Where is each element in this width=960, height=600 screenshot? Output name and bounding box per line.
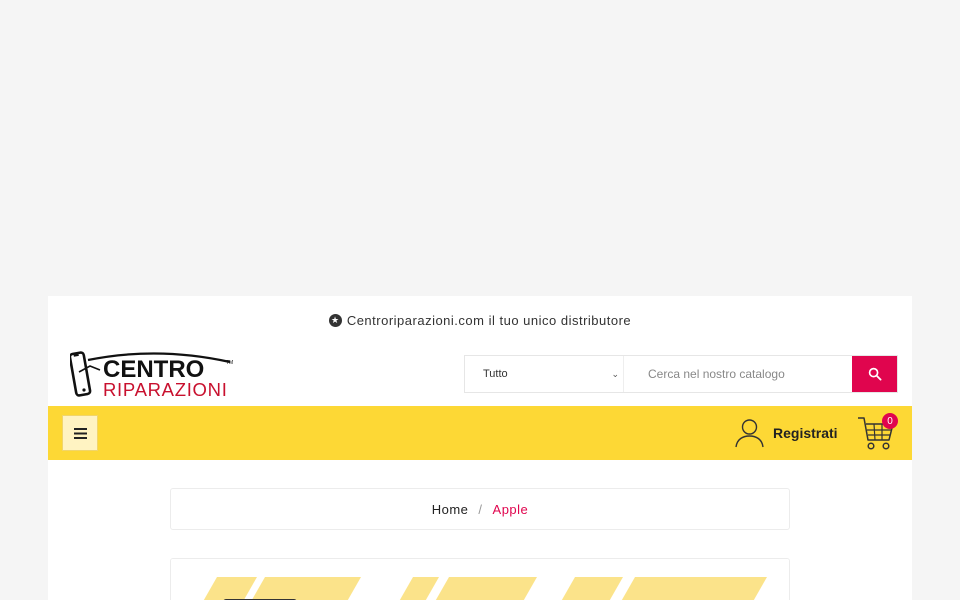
breadcrumb-current: Apple bbox=[492, 501, 529, 517]
main-navbar: Registrati 0 bbox=[48, 406, 912, 460]
announcement-bar: ★ Centroriparazioni.com il tuo unico dis… bbox=[48, 296, 912, 344]
logo-text-riparazioni: RIPARAZIONI bbox=[103, 379, 228, 400]
user-icon bbox=[735, 419, 764, 448]
chevron-down-icon: ⌄ bbox=[611, 368, 619, 379]
category-selected-value: Tutto bbox=[483, 368, 508, 380]
banner-image bbox=[171, 559, 789, 600]
page-container: ★ Centroriparazioni.com il tuo unico dis… bbox=[48, 296, 912, 600]
logo-graphic: CENTRO TM RIPARAZIONI bbox=[68, 351, 233, 400]
category-select[interactable]: Tutto ⌄ bbox=[465, 356, 624, 392]
menu-toggle-button[interactable] bbox=[62, 415, 98, 451]
cart-count-badge: 0 bbox=[882, 413, 898, 429]
search-input[interactable]: Cerca nel nostro catalogo bbox=[624, 356, 852, 392]
category-banner bbox=[170, 558, 790, 600]
site-logo[interactable]: CENTRO TM RIPARAZIONI bbox=[68, 350, 240, 400]
search-icon bbox=[868, 367, 882, 381]
register-label: Registrati bbox=[773, 425, 838, 441]
breadcrumb: Home / Apple bbox=[170, 488, 790, 530]
header: CENTRO TM RIPARAZIONI Tutto ⌄ Cerca nel … bbox=[48, 344, 912, 406]
search-bar: Tutto ⌄ Cerca nel nostro catalogo bbox=[464, 355, 898, 393]
announcement-text: Centroriparazioni.com il tuo unico distr… bbox=[346, 312, 632, 328]
register-link[interactable]: Registrati bbox=[734, 416, 838, 450]
breadcrumb-home[interactable]: Home bbox=[432, 502, 469, 517]
cart-button[interactable]: 0 bbox=[856, 412, 900, 456]
breadcrumb-separator: / bbox=[478, 501, 483, 517]
star-icon: ★ bbox=[328, 313, 342, 327]
logo-tm: TM bbox=[226, 360, 233, 366]
hamburger-icon bbox=[73, 427, 87, 439]
search-button[interactable] bbox=[852, 356, 897, 392]
